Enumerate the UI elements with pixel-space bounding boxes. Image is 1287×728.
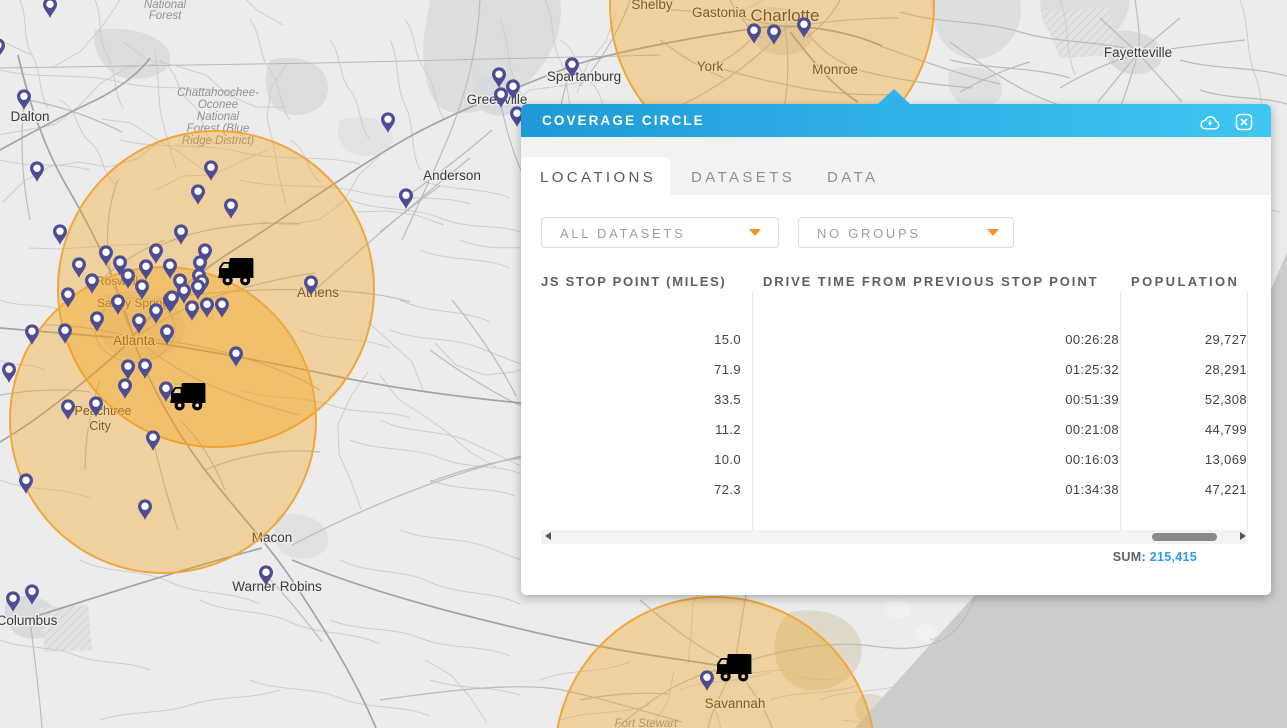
svg-text:Columbus: Columbus [0, 613, 58, 628]
svg-text:National: National [197, 111, 240, 123]
svg-text:Warner Robins: Warner Robins [232, 579, 322, 594]
svg-text:Forest: Forest [149, 10, 182, 22]
svg-text:Anderson: Anderson [423, 168, 481, 183]
svg-text:Spartanburg: Spartanburg [547, 69, 621, 84]
svg-text:Oconee: Oconee [198, 99, 238, 111]
svg-text:Chattahoochee-: Chattahoochee- [177, 87, 259, 99]
svg-text:Fayetteville: Fayetteville [1104, 45, 1172, 60]
svg-text:Dalton: Dalton [10, 109, 49, 124]
